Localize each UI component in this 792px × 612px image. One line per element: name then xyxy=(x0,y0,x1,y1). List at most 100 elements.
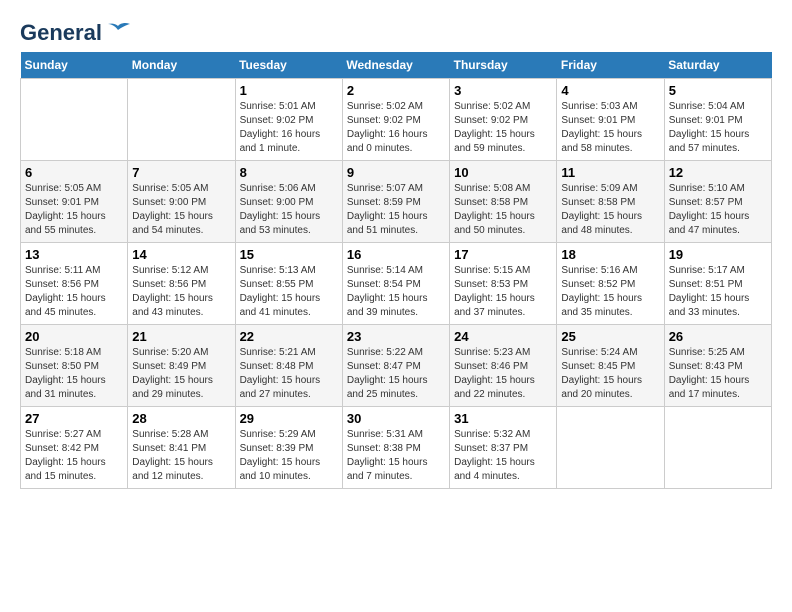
sunrise-text: Sunrise: 5:02 AM xyxy=(454,100,552,114)
sunset-text: Sunset: 9:02 PM xyxy=(347,114,445,128)
sunrise-text: Sunrise: 5:01 AM xyxy=(240,100,338,114)
weekday-header-tuesday: Tuesday xyxy=(235,52,342,79)
sunset-text: Sunset: 8:46 PM xyxy=(454,360,552,374)
calendar-cell: 17Sunrise: 5:15 AMSunset: 8:53 PMDayligh… xyxy=(450,243,557,325)
sunset-text: Sunset: 9:01 PM xyxy=(561,114,659,128)
day-info: Sunrise: 5:23 AMSunset: 8:46 PMDaylight:… xyxy=(454,346,552,402)
weekday-header-sunday: Sunday xyxy=(21,52,128,79)
day-number: 27 xyxy=(25,411,123,426)
calendar-cell: 25 Sunrise: 5:24 AMSunset: 8:45 PMDayligh… xyxy=(557,325,664,407)
day-info: Sunrise: 5:10 AMSunset: 8:57 PMDaylight:… xyxy=(669,182,767,238)
sunrise-text: Sunrise: 5:11 AM xyxy=(25,264,123,278)
calendar-cell: 5Sunrise: 5:04 AMSunset: 9:01 PMDaylight… xyxy=(664,79,771,161)
daylight-text: Daylight: 15 hours and 22 minutes. xyxy=(454,374,552,402)
daylight-text: Daylight: 15 hours and 55 minutes. xyxy=(25,210,123,238)
calendar-cell: 24 Sunrise: 5:23 AMSunset: 8:46 PMDayligh… xyxy=(450,325,557,407)
day-number: 24 xyxy=(454,329,552,344)
day-number: 12 xyxy=(669,165,767,180)
sunrise-text: Sunrise: 5:21 AM xyxy=(240,346,338,360)
daylight-text: Daylight: 15 hours and 33 minutes. xyxy=(669,292,767,320)
daylight-text: Daylight: 15 hours and 43 minutes. xyxy=(132,292,230,320)
day-info: Sunrise: 5:04 AMSunset: 9:01 PMDaylight:… xyxy=(669,100,767,156)
daylight-text: Daylight: 15 hours and 58 minutes. xyxy=(561,128,659,156)
day-number: 15 xyxy=(240,247,338,262)
day-number: 28 xyxy=(132,411,230,426)
day-info: Sunrise: 5:24 AMSunset: 8:45 PMDaylight:… xyxy=(561,346,659,402)
calendar-cell: 29Sunrise: 5:29 AMSunset: 8:39 PMDayligh… xyxy=(235,407,342,489)
daylight-text: Daylight: 15 hours and 12 minutes. xyxy=(132,456,230,484)
calendar-cell: 7Sunrise: 5:05 AMSunset: 9:00 PMDaylight… xyxy=(128,161,235,243)
sunrise-text: Sunrise: 5:03 AM xyxy=(561,100,659,114)
sunset-text: Sunset: 8:58 PM xyxy=(561,196,659,210)
calendar-cell: 28 Sunrise: 5:28 AMSunset: 8:41 PMDayligh… xyxy=(128,407,235,489)
day-number: 19 xyxy=(669,247,767,262)
sunrise-text: Sunrise: 5:25 AM xyxy=(669,346,767,360)
day-info: Sunrise: 5:14 AMSunset: 8:54 PMDaylight:… xyxy=(347,264,445,320)
sunrise-text: Sunrise: 5:32 AM xyxy=(454,428,552,442)
sunrise-text: Sunrise: 5:10 AM xyxy=(669,182,767,196)
day-info: Sunrise: 5:32 AMSunset: 8:37 PMDaylight:… xyxy=(454,428,552,484)
day-number: 7 xyxy=(132,165,230,180)
day-info: Sunrise: 5:16 AMSunset: 8:52 PMDaylight:… xyxy=(561,264,659,320)
sunset-text: Sunset: 9:02 PM xyxy=(454,114,552,128)
sunrise-text: Sunrise: 5:18 AM xyxy=(25,346,123,360)
calendar-table: SundayMondayTuesdayWednesdayThursdayFrid… xyxy=(20,52,772,489)
sunrise-text: Sunrise: 5:16 AM xyxy=(561,264,659,278)
sunset-text: Sunset: 8:47 PM xyxy=(347,360,445,374)
calendar-cell xyxy=(557,407,664,489)
day-number: 3 xyxy=(454,83,552,98)
calendar-cell: 6 Sunrise: 5:05 AMSunset: 9:01 PMDaylight… xyxy=(21,161,128,243)
day-info: Sunrise: 5:29 AMSunset: 8:39 PMDaylight:… xyxy=(240,428,338,484)
day-info: Sunrise: 5:11 AMSunset: 8:56 PMDaylight:… xyxy=(25,264,123,320)
day-number: 2 xyxy=(347,83,445,98)
sunrise-text: Sunrise: 5:12 AM xyxy=(132,264,230,278)
sunrise-text: Sunrise: 5:02 AM xyxy=(347,100,445,114)
sunset-text: Sunset: 8:43 PM xyxy=(669,360,767,374)
day-number: 20 xyxy=(25,329,123,344)
day-number: 23 xyxy=(347,329,445,344)
day-info: Sunrise: 5:28 AMSunset: 8:41 PMDaylight:… xyxy=(132,428,230,484)
sunset-text: Sunset: 8:45 PM xyxy=(561,360,659,374)
daylight-text: Daylight: 15 hours and 50 minutes. xyxy=(454,210,552,238)
day-info: Sunrise: 5:17 AMSunset: 8:51 PMDaylight:… xyxy=(669,264,767,320)
day-number: 26 xyxy=(669,329,767,344)
sunset-text: Sunset: 8:37 PM xyxy=(454,442,552,456)
calendar-cell: 10Sunrise: 5:08 AMSunset: 8:58 PMDayligh… xyxy=(450,161,557,243)
daylight-text: Daylight: 15 hours and 17 minutes. xyxy=(669,374,767,402)
calendar-cell: 1Sunrise: 5:01 AMSunset: 9:02 PMDaylight… xyxy=(235,79,342,161)
calendar-cell: 3 Sunrise: 5:02 AMSunset: 9:02 PMDaylight… xyxy=(450,79,557,161)
day-info: Sunrise: 5:20 AMSunset: 8:49 PMDaylight:… xyxy=(132,346,230,402)
calendar-week-row: 1Sunrise: 5:01 AMSunset: 9:02 PMDaylight… xyxy=(21,79,772,161)
weekday-header-monday: Monday xyxy=(128,52,235,79)
daylight-text: Daylight: 15 hours and 20 minutes. xyxy=(561,374,659,402)
day-info: Sunrise: 5:03 AMSunset: 9:01 PMDaylight:… xyxy=(561,100,659,156)
daylight-text: Daylight: 15 hours and 39 minutes. xyxy=(347,292,445,320)
daylight-text: Daylight: 15 hours and 10 minutes. xyxy=(240,456,338,484)
calendar-cell: 31 Sunrise: 5:32 AMSunset: 8:37 PMDayligh… xyxy=(450,407,557,489)
daylight-text: Daylight: 15 hours and 27 minutes. xyxy=(240,374,338,402)
day-number: 6 xyxy=(25,165,123,180)
sunset-text: Sunset: 8:42 PM xyxy=(25,442,123,456)
sunset-text: Sunset: 9:00 PM xyxy=(132,196,230,210)
calendar-cell: 13Sunrise: 5:11 AMSunset: 8:56 PMDayligh… xyxy=(21,243,128,325)
sunrise-text: Sunrise: 5:23 AM xyxy=(454,346,552,360)
day-info: Sunrise: 5:06 AMSunset: 9:00 PMDaylight:… xyxy=(240,182,338,238)
sunset-text: Sunset: 8:50 PM xyxy=(25,360,123,374)
day-number: 9 xyxy=(347,165,445,180)
daylight-text: Daylight: 15 hours and 57 minutes. xyxy=(669,128,767,156)
daylight-text: Daylight: 15 hours and 59 minutes. xyxy=(454,128,552,156)
sunset-text: Sunset: 8:58 PM xyxy=(454,196,552,210)
day-number: 30 xyxy=(347,411,445,426)
sunrise-text: Sunrise: 5:29 AM xyxy=(240,428,338,442)
daylight-text: Daylight: 15 hours and 4 minutes. xyxy=(454,456,552,484)
page-header: General xyxy=(20,20,772,42)
sunset-text: Sunset: 8:56 PM xyxy=(25,278,123,292)
day-number: 31 xyxy=(454,411,552,426)
calendar-cell xyxy=(128,79,235,161)
day-number: 17 xyxy=(454,247,552,262)
day-number: 25 xyxy=(561,329,659,344)
calendar-cell: 11Sunrise: 5:09 AMSunset: 8:58 PMDayligh… xyxy=(557,161,664,243)
day-info: Sunrise: 5:05 AMSunset: 9:01 PMDaylight:… xyxy=(25,182,123,238)
sunset-text: Sunset: 8:39 PM xyxy=(240,442,338,456)
day-number: 11 xyxy=(561,165,659,180)
